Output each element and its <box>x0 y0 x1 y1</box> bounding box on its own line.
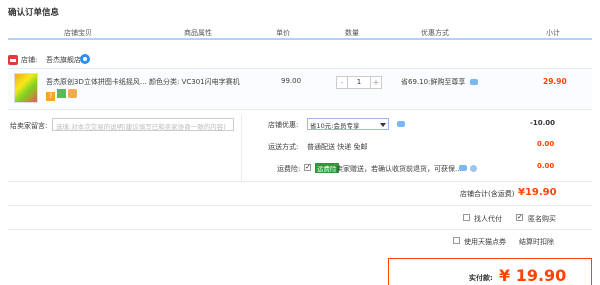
quantity-stepper: - 1 + <box>336 76 382 89</box>
tmall-points-label: 使用天猫点券 <box>464 238 506 246</box>
shipping-label: 运送方式: <box>268 143 299 151</box>
tmall-points-checkbox[interactable] <box>453 237 460 244</box>
shop-label: 店铺: <box>21 56 38 64</box>
col-discount: 优惠方式 <box>421 29 449 37</box>
settle-deduct-label: 结算时扣除 <box>519 238 554 246</box>
help-icon[interactable] <box>470 165 477 172</box>
pay-amount: ¥ 19.90 <box>499 266 567 285</box>
promo-selected-value: 省10元:会员专享 <box>310 122 360 130</box>
chat-wangwang-icon[interactable] <box>80 54 90 64</box>
insurance-info-icon[interactable] <box>459 165 467 171</box>
divider <box>8 181 592 182</box>
unit-price: 99.00 <box>281 77 302 85</box>
col-quantity: 数量 <box>345 29 359 37</box>
product-sku: 颜色分类: VC301闪电字赛机 <box>149 78 240 86</box>
chevron-down-icon <box>380 123 386 127</box>
pay-label: 实付款: <box>469 274 493 282</box>
insurance-text: 卖家赠送，若确认收货前退货，可获保... <box>336 165 462 173</box>
note-label: 给卖家留言: <box>10 122 48 130</box>
shipping-method: 普通配送 快递 免邮 <box>307 143 368 151</box>
anonymous-buy-label: 匿名购买 <box>528 215 556 223</box>
page-title: 确认订单信息 <box>8 8 60 18</box>
pay-for-me-label: 找人代付 <box>474 215 502 223</box>
insurance-checkbox[interactable] <box>304 163 311 171</box>
promo-label: 店铺优惠: <box>268 121 299 129</box>
item-row: 吾杰原创3D立体拼图卡纸摇风... 7 颜色分类: VC301闪电字赛机 99.… <box>8 68 592 110</box>
shop-icon <box>8 55 18 65</box>
service-badges: 7 <box>46 89 79 101</box>
insurance-label: 运费险: <box>277 165 301 173</box>
col-shop-item: 店铺宝贝 <box>64 29 92 37</box>
service-icon <box>57 89 66 98</box>
product-name-link[interactable]: 吾杰原创3D立体拼图卡纸摇风... <box>46 77 147 87</box>
shipping-amount: 0.00 <box>537 140 555 148</box>
pay-for-me-checkbox[interactable] <box>463 214 470 221</box>
seller-note-input[interactable]: 选填:对本次交易的说明(建议填写已和卖家协商一致的内容) <box>52 118 234 131</box>
promo-info-icon[interactable] <box>397 121 405 127</box>
shop-total-value: ¥19.90 <box>518 187 557 198</box>
anonymous-buy-checkbox[interactable] <box>516 213 523 221</box>
payment-summary: 实付款: ¥ 19.90 <box>388 258 592 285</box>
seven-day-return-icon: 7 <box>46 92 55 101</box>
gift-icon <box>68 89 77 98</box>
quantity-plus-button[interactable]: + <box>370 77 381 88</box>
discount-detail-icon[interactable] <box>470 79 478 85</box>
quantity-input[interactable]: 1 <box>349 77 369 88</box>
divider <box>8 205 592 206</box>
shop-promo-select[interactable]: 省10元:会员专享 <box>307 118 389 130</box>
divider <box>8 229 592 230</box>
col-subtotal: 小计 <box>546 29 560 37</box>
discount-info: 省69.10:鲜购至尊享 <box>401 78 466 86</box>
divider <box>241 115 242 181</box>
product-thumbnail[interactable] <box>14 73 38 103</box>
col-attributes: 商品属性 <box>184 29 212 37</box>
quantity-minus-button[interactable]: - <box>337 77 348 88</box>
col-price: 单价 <box>276 29 290 37</box>
table-header: 店铺宝贝 商品属性 单价 数量 优惠方式 小计 <box>8 24 592 40</box>
promo-amount: -10.00 <box>530 119 556 127</box>
insurance-tag: 运费险 <box>315 163 339 173</box>
shop-name-link[interactable]: 吾杰旗舰店 <box>46 55 81 65</box>
shop-total-label: 店铺合计(含运费) <box>460 190 515 198</box>
insurance-amount: 0.00 <box>537 162 555 170</box>
item-subtotal: 29.90 <box>543 77 567 86</box>
